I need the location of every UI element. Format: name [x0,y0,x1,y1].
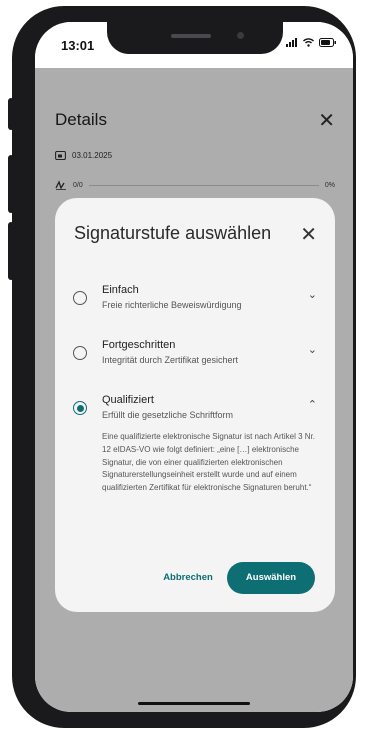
select-button[interactable]: Auswählen [227,562,315,594]
radio-button[interactable] [73,346,87,360]
speaker-grille [171,34,211,38]
status-time: 13:01 [61,38,95,53]
option-subtitle: Erfüllt die gesetzliche Schriftform [102,410,234,420]
wifi-icon [303,38,314,47]
option-subtitle: Freie richterliche Beweiswürdigung [102,300,242,310]
option-subtitle: Integrität durch Zertifikat gesichert [102,355,239,365]
cancel-button[interactable]: Abbrechen [157,564,219,592]
radio-button-selected[interactable] [73,401,87,415]
option-description: Eine qualifizierte elektronische Signatu… [102,432,315,493]
option-label: Fortgeschritten [102,339,176,351]
radio-button[interactable] [73,291,87,305]
battery-icon [319,38,336,47]
home-indicator[interactable] [138,702,250,705]
notch [107,22,283,54]
dialog-title: Signaturstufe auswählen [74,223,272,243]
option-einfach[interactable]: Einfach Freie richterliche Beweiswürdigu… [73,284,321,324]
chevron-down-icon[interactable]: ⌄ [308,343,317,356]
status-icons [286,38,337,47]
option-label: Einfach [102,284,139,296]
phone-screen: 13:01 Details ✕ 03.01.2025 0/0 0% Signat… [35,22,353,712]
signature-level-dialog: Signaturstufe auswählen ✕ Einfach Freie … [55,198,335,612]
option-qualifiziert[interactable]: Qualifiziert Erfüllt die gesetzliche Sch… [73,394,321,434]
chevron-up-icon[interactable]: ⌃ [308,398,317,411]
option-fortgeschritten[interactable]: Fortgeschritten Integrität durch Zertifi… [73,339,321,379]
close-icon[interactable]: ✕ [300,222,317,247]
option-label: Qualifiziert [102,394,154,406]
signal-icon [286,38,297,47]
front-camera [237,32,244,39]
chevron-down-icon[interactable]: ⌄ [308,288,317,301]
